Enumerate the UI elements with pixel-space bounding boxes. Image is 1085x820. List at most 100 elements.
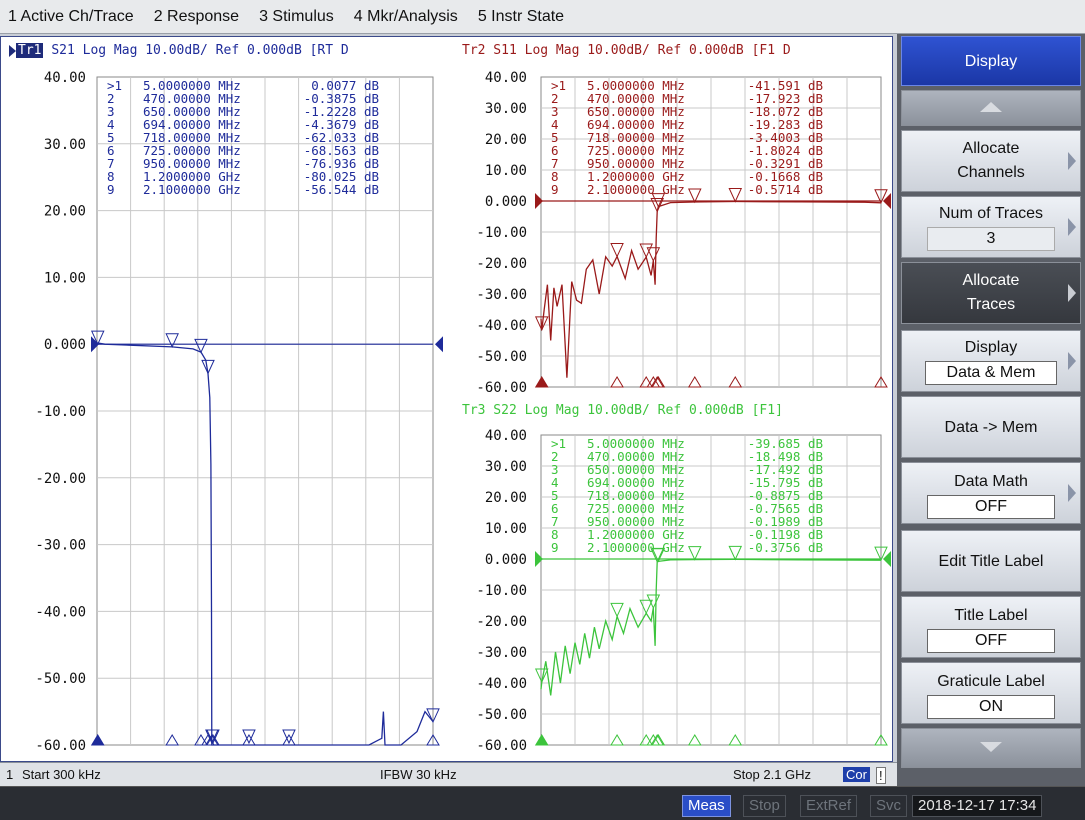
allocate-channels-button[interactable]: Allocate Channels [901, 130, 1081, 192]
tr2-ytick-label: -30.00 [476, 287, 527, 303]
tr2-ytick-label: 0.000 [485, 194, 527, 210]
data-to-mem-button[interactable]: Data -> Mem [901, 396, 1081, 458]
data-math-label: Data Math [954, 473, 1028, 490]
tr2-ytick-label: 10.00 [485, 163, 527, 179]
tr3-marker-freq: 2.1000000 GHz [587, 540, 685, 555]
vna-window: 1 Active Ch/Trace 2 Response 3 Stimulus … [0, 0, 1085, 820]
tr2-header[interactable]: Tr2 S11 Log Mag 10.00dB/ Ref 0.000dB [F1… [462, 43, 791, 59]
tr3-ytick-label: -10.00 [476, 583, 527, 599]
display-label: Display [964, 339, 1018, 356]
submenu-arrow-icon [1068, 352, 1076, 370]
tr1-marker-num: 9 [107, 182, 115, 197]
menu-mkr-analysis[interactable]: 4 Mkr/Analysis [354, 8, 458, 26]
submenu-arrow-icon [1068, 152, 1076, 170]
submenu-arrow-icon [1068, 218, 1076, 236]
tr1-ytick-label: -30.00 [35, 538, 86, 554]
tr2-marker-freq: 2.1000000 GHz [587, 182, 685, 197]
title-label-button[interactable]: Title Label OFF [901, 596, 1081, 658]
stop-indicator: Stop [743, 795, 786, 817]
display-value: Data & Mem [925, 361, 1057, 385]
softkey-menu-title: Display [901, 36, 1081, 86]
tr1-ytick-label: 40.00 [44, 70, 86, 86]
tr1-header-text: S21 Log Mag 10.00dB/ Ref 0.000dB [RT D [51, 43, 349, 58]
tr2-ytick-label: 30.00 [485, 101, 527, 117]
edit-title-label-button[interactable]: Edit Title Label [901, 530, 1081, 592]
correction-badge: Cor [843, 767, 870, 782]
display-data-mem-button[interactable]: Display Data & Mem [901, 330, 1081, 392]
date-time: 2018-12-17 17:34 [912, 795, 1043, 817]
tr3-marker-num: 9 [551, 540, 559, 555]
menu-stimulus[interactable]: 3 Stimulus [259, 8, 334, 26]
tr2-ytick-label: -20.00 [476, 256, 527, 272]
tr1-ytick-label: 20.00 [44, 204, 86, 220]
num-traces-label: Num of Traces [938, 205, 1044, 222]
tr3-ytick-label: 0.000 [485, 552, 527, 568]
softkey-scroll-up[interactable] [901, 90, 1081, 126]
title-label-label: Title Label [954, 607, 1028, 624]
alert-badge: ! [876, 767, 886, 784]
channel-number: 1 [6, 767, 14, 782]
tr1-ytick-label: -20.00 [35, 471, 86, 487]
tr1-header: Tr1 S21 Log Mag 10.00dB/ Ref 0.000dB [RT… [9, 43, 349, 59]
tr2-ytick-label: -10.00 [476, 225, 527, 241]
tr3-ytick-label: 20.00 [485, 490, 527, 506]
title-label-value: OFF [927, 629, 1055, 653]
menu-active-ch-trace[interactable]: 1 Active Ch/Trace [8, 8, 134, 26]
tr1-ytick-label: -60.00 [35, 738, 86, 754]
tr2-ytick-label: -50.00 [476, 349, 527, 365]
menu-instr-state[interactable]: 5 Instr State [478, 8, 564, 26]
svc-indicator: Svc [870, 795, 908, 817]
tr1-ytick-label: -40.00 [35, 604, 86, 620]
tr3-ytick-label: -40.00 [476, 676, 527, 692]
allocate-traces-button[interactable]: Allocate Traces [901, 262, 1081, 324]
tr1-ytick-label: 10.00 [44, 270, 86, 286]
active-trace-icon [9, 44, 16, 57]
tr3-ytick-label: -50.00 [476, 707, 527, 723]
allocate-traces-label-2: Traces [966, 296, 1016, 313]
tr3-ytick-label: 10.00 [485, 521, 527, 537]
allocate-traces-label-1: Allocate [962, 272, 1020, 289]
scroll-down-icon [980, 742, 1002, 752]
tr1-ref-marker-right [435, 336, 443, 353]
ifbw[interactable]: IFBW 30 kHz [380, 767, 457, 782]
submenu-arrow-icon [1068, 484, 1076, 502]
graticule-label-button[interactable]: Graticule Label ON [901, 662, 1081, 724]
tr2-marker-value: -0.5714 dB [748, 182, 823, 197]
tr3-ytick-label: -60.00 [476, 738, 527, 754]
channel-plot-area[interactable]: 40.00 30.00 20.00 10.00 0.000 -10.00 -20.00 -30… [0, 36, 893, 762]
allocate-channels-label-1: Allocate [962, 140, 1020, 157]
stop-frequency[interactable]: Stop 2.1 GHz [733, 767, 811, 782]
tr2-marker-num: 9 [551, 182, 559, 197]
meas-indicator: Meas [682, 795, 731, 817]
data-math-button[interactable]: Data Math OFF [901, 462, 1081, 524]
tr1-marker-freq: 2.1000000 GHz [143, 182, 241, 197]
start-frequency[interactable]: Start 300 kHz [22, 767, 101, 782]
tr1-marker-value: -56.544 dB [304, 182, 379, 197]
graticule-label-value: ON [927, 695, 1055, 719]
scroll-up-icon [980, 102, 1002, 112]
tr2-ytick-label: 40.00 [485, 70, 527, 86]
tr1-ytick-label: -10.00 [35, 404, 86, 420]
graticule-label-label: Graticule Label [937, 673, 1045, 690]
instrument-status-bar: Meas Stop ExtRef Svc 2018-12-17 17:34 [0, 786, 1085, 820]
status-bar: 1 Start 300 kHz IFBW 30 kHz Stop 2.1 GHz… [0, 762, 897, 786]
tr1-ytick-label: 30.00 [44, 137, 86, 153]
tr3-ytick-label: 30.00 [485, 459, 527, 475]
softkey-scroll-down[interactable] [901, 728, 1081, 768]
menu-bar: 1 Active Ch/Trace 2 Response 3 Stimulus … [0, 0, 1085, 34]
tr3-marker-value: -0.3756 dB [748, 540, 823, 555]
tr2-ytick-label: -60.00 [476, 380, 527, 396]
tr1-ytick-label: -50.00 [35, 671, 86, 687]
data-math-value: OFF [927, 495, 1055, 519]
tr3-ytick-label: 40.00 [485, 428, 527, 444]
tr3-ytick-label: -30.00 [476, 645, 527, 661]
softkey-panel: Display Allocate Channels Num of Traces … [897, 34, 1085, 786]
tr3-ytick-label: -20.00 [476, 614, 527, 630]
tr2-ytick-label: -40.00 [476, 318, 527, 334]
tr1-tag[interactable]: Tr1 [16, 43, 44, 58]
submenu-arrow-icon [1068, 284, 1076, 302]
menu-response[interactable]: 2 Response [154, 8, 239, 26]
tr1-ytick-label: 0.000 [44, 337, 86, 353]
tr3-header[interactable]: Tr3 S22 Log Mag 10.00dB/ Ref 0.000dB [F1… [462, 403, 783, 419]
num-traces-button[interactable]: Num of Traces 3 [901, 196, 1081, 258]
